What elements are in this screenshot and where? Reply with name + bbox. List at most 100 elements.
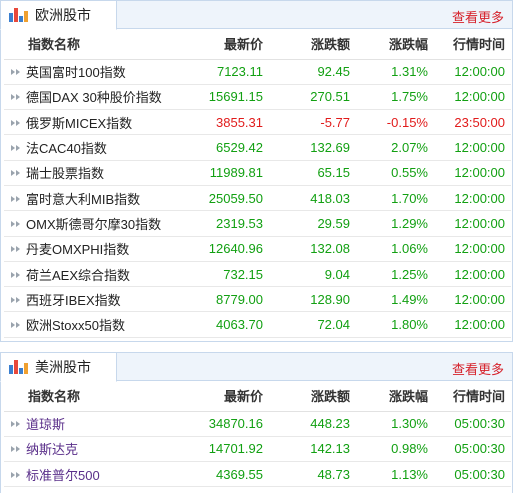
change-cell: 132.08 [269,236,352,262]
table-row[interactable]: 俄罗斯MICEX指数 3855.31 -5.77 -0.15% 23:50:00 [4,109,511,136]
change-cell: 448.23 [269,411,352,437]
pct-cell: 1.13% [352,461,428,488]
table-row[interactable]: 欧洲Stoxx50指数 4063.70 72.04 1.80% 12:00:00 [4,311,511,338]
pct-cell: 1.29% [352,210,428,237]
index-name-link[interactable]: 道琼斯 [26,414,65,433]
index-name-link[interactable]: OMX斯德哥尔摩30指数 [26,214,161,233]
time-cell: 12:00:00 [428,311,511,338]
double-chevron-right-icon [10,320,23,329]
table-row[interactable]: 标准普尔500 4369.55 48.73 1.13% 05:00:30 [4,461,511,488]
table-row[interactable]: OMX斯德哥尔摩30指数 2319.53 29.59 1.29% 12:00:00 [4,210,511,237]
table-body: 道琼斯 34870.16 448.23 1.30% 05:00:30 纳斯达克 14701.… [4,411,511,488]
index-name-link[interactable]: 法CAC40指数 [26,138,107,157]
change-cell: 270.51 [269,84,352,111]
table-row[interactable]: 西班牙IBEX指数 8779.00 128.90 1.49% 12:00:00 [4,286,511,313]
time-cell: 12:00:00 [428,286,511,313]
col-header-name: 指数名称 [4,29,194,60]
name-cell: 富时意大利MIB指数 [4,185,194,212]
panel-header: 美洲股市 查看更多 [0,352,512,382]
index-name-link[interactable]: 标准普尔500 [26,465,100,484]
price-cell: 4369.55 [194,461,269,488]
europe-market-panel: 欧洲股市 查看更多 指数名称 最新价 涨跌额 涨跌幅 行情时间 英国富时100指… [0,0,513,342]
bar-chart-icon [9,360,28,374]
pct-cell: 2.07% [352,134,428,161]
change-cell: -5.77 [269,109,352,136]
table-row[interactable]: 英国富时100指数 7123.11 92.45 1.31% 12:00:00 [4,59,511,85]
time-cell: 12:00:00 [428,236,511,262]
table-row[interactable]: 富时意大利MIB指数 25059.50 418.03 1.70% 12:00:00 [4,185,511,212]
price-cell: 6529.42 [194,134,269,161]
time-cell: 05:00:30 [428,461,511,488]
table-header-row: 指数名称 最新价 涨跌额 涨跌幅 行情时间 [4,29,511,60]
table-row[interactable]: 道琼斯 34870.16 448.23 1.30% 05:00:30 [4,411,511,437]
index-table: 指数名称 最新价 涨跌额 涨跌幅 行情时间 道琼斯 34870.16 448.23 1… [4,381,511,488]
col-header-time: 行情时间 [428,381,511,412]
price-cell: 11989.81 [194,160,269,186]
change-cell: 418.03 [269,185,352,212]
double-chevron-right-icon [10,219,23,228]
table-row[interactable]: 瑞士股票指数 11989.81 65.15 0.55% 12:00:00 [4,160,511,186]
pct-cell: 1.49% [352,286,428,313]
index-name-link[interactable]: 欧洲Stoxx50指数 [26,315,125,334]
index-name-link[interactable]: 瑞士股票指数 [26,163,104,182]
time-cell: 12:00:00 [428,210,511,237]
table-row[interactable]: 丹麦OMXPHI指数 12640.96 132.08 1.06% 12:00:00 [4,236,511,262]
change-cell: 9.04 [269,261,352,288]
index-name-link[interactable]: 荷兰AEX综合指数 [26,265,130,284]
double-chevron-right-icon [10,143,23,152]
index-name-link[interactable]: 西班牙IBEX指数 [26,290,121,309]
change-cell: 132.69 [269,134,352,161]
time-cell: 12:00:00 [428,84,511,111]
price-cell: 7123.11 [194,59,269,85]
double-chevron-right-icon [10,470,23,479]
index-name-link[interactable]: 英国富时100指数 [26,62,126,81]
price-cell: 8779.00 [194,286,269,313]
double-chevron-right-icon [10,244,23,253]
panel-header: 欧洲股市 查看更多 [0,0,512,30]
pct-cell: 1.31% [352,59,428,85]
table-row[interactable]: 德国DAX 30种股价指数 15691.15 270.51 1.75% 12:00:00 [4,84,511,111]
change-cell: 92.45 [269,59,352,85]
double-chevron-right-icon [10,419,23,428]
price-cell: 4063.70 [194,311,269,338]
price-cell: 2319.53 [194,210,269,237]
col-header-time: 行情时间 [428,29,511,60]
time-cell: 12:00:00 [428,160,511,186]
table-header-row: 指数名称 最新价 涨跌额 涨跌幅 行情时间 [4,381,511,412]
table-body: 英国富时100指数 7123.11 92.45 1.31% 12:00:00 德国DAX … [4,59,511,338]
pct-cell: 1.06% [352,236,428,262]
col-header-pct: 涨跌幅 [352,381,428,412]
pct-cell: 1.75% [352,84,428,111]
col-header-change: 涨跌额 [269,381,352,412]
pct-cell: -0.15% [352,109,428,136]
index-name-link[interactable]: 俄罗斯MICEX指数 [26,113,132,132]
name-cell: 道琼斯 [4,411,194,437]
index-name-link[interactable]: 德国DAX 30种股价指数 [26,87,162,106]
table-row[interactable]: 纳斯达克 14701.92 142.13 0.98% 05:00:30 [4,436,511,463]
price-cell: 732.15 [194,261,269,288]
double-chevron-right-icon [10,270,23,279]
view-more-link[interactable]: 查看更多 [452,359,504,378]
name-cell: 俄罗斯MICEX指数 [4,109,194,136]
change-cell: 48.73 [269,461,352,488]
index-name-link[interactable]: 富时意大利MIB指数 [26,189,140,208]
change-cell: 72.04 [269,311,352,338]
pct-cell: 1.25% [352,261,428,288]
price-cell: 34870.16 [194,411,269,437]
change-cell: 65.15 [269,160,352,186]
double-chevron-right-icon [10,67,23,76]
time-cell: 05:00:30 [428,436,511,463]
index-name-link[interactable]: 丹麦OMXPHI指数 [26,239,129,258]
bar-chart-icon [9,8,28,22]
price-cell: 14701.92 [194,436,269,463]
view-more-link[interactable]: 查看更多 [452,7,504,26]
table-row[interactable]: 法CAC40指数 6529.42 132.69 2.07% 12:00:00 [4,134,511,161]
col-header-price: 最新价 [194,381,269,412]
double-chevron-right-icon [10,168,23,177]
change-cell: 142.13 [269,436,352,463]
name-cell: 荷兰AEX综合指数 [4,261,194,288]
table-row[interactable]: 荷兰AEX综合指数 732.15 9.04 1.25% 12:00:00 [4,261,511,288]
panel-title: 欧洲股市 [35,7,91,23]
name-cell: 丹麦OMXPHI指数 [4,236,194,262]
index-name-link[interactable]: 纳斯达克 [26,439,78,458]
